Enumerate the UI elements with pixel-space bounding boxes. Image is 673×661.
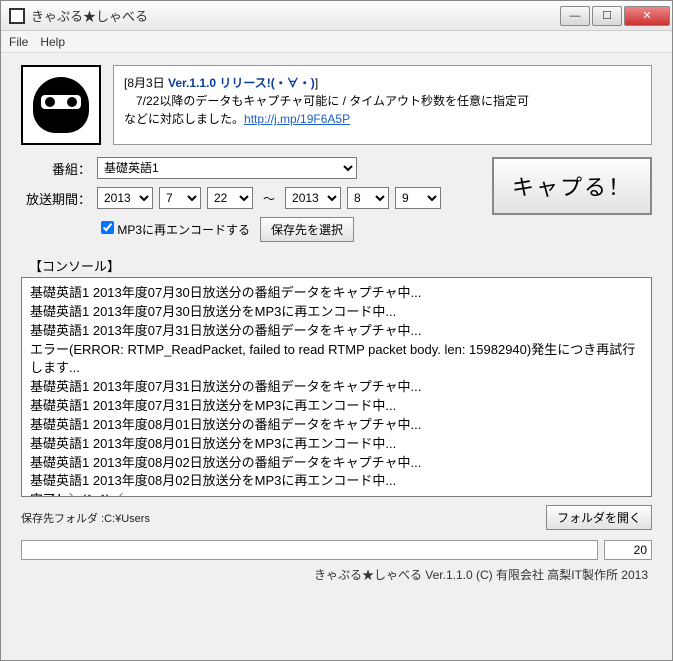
encode-row: MP3に再エンコードする 保存先を選択	[101, 217, 482, 242]
footer-text: きゃぷる★しゃべる Ver.1.1.0 (C) 有限会社 高梨IT製作所 201…	[21, 566, 652, 583]
program-label: 番組：	[21, 159, 91, 178]
avatar-icon	[21, 65, 101, 145]
notice-bracket: ]	[315, 76, 318, 90]
mp3-checkbox-text: MP3に再エンコードする	[117, 223, 250, 237]
period-row: 放送期間： 2013 7 22 ～ 2013 8 9	[21, 187, 482, 209]
capture-button[interactable]: キャプる！	[492, 157, 652, 215]
notice-line1: 7/22以降のデータもキャプチャ可能に / タイムアウト秒数を任意に指定可	[124, 92, 641, 110]
window-buttons: — ☐ ✕	[560, 6, 670, 26]
menu-file[interactable]: File	[9, 35, 28, 49]
save-path-text: 保存先フォルダ :C:¥Users	[21, 510, 538, 526]
open-folder-button[interactable]: フォルダを開く	[546, 505, 652, 530]
console-label: 【コンソール】	[29, 256, 652, 275]
form-block: 番組： 基礎英語1 放送期間： 2013 7 22 ～ 2013 8 9	[21, 157, 652, 252]
menubar: File Help	[1, 31, 672, 53]
to-year-select[interactable]: 2013	[285, 187, 341, 209]
program-row: 番組： 基礎英語1	[21, 157, 482, 179]
titlebar[interactable]: きゃぷる★しゃべる — ☐ ✕	[1, 1, 672, 31]
notice-date: [8月3日	[124, 76, 168, 90]
save-path-row: 保存先フォルダ :C:¥Users フォルダを開く	[21, 505, 652, 530]
period-tilde: ～	[259, 190, 279, 207]
mp3-checkbox-label[interactable]: MP3に再エンコードする	[101, 221, 250, 238]
to-month-select[interactable]: 8	[347, 187, 389, 209]
app-icon	[9, 8, 25, 24]
progress-bar	[21, 540, 598, 560]
mp3-checkbox[interactable]	[101, 221, 114, 234]
menu-help[interactable]: Help	[40, 35, 65, 49]
program-select[interactable]: 基礎英語1	[97, 157, 357, 179]
maximize-button[interactable]: ☐	[592, 6, 622, 26]
from-month-select[interactable]: 7	[159, 187, 201, 209]
progress-percent: 20	[604, 540, 652, 560]
app-window: きゃぷる★しゃべる — ☐ ✕ File Help [8月3日 Ver.1.1.…	[0, 0, 673, 661]
notice-version: Ver.1.1.0 リリース!(・∀・)	[168, 76, 315, 90]
progress-row: 20	[21, 540, 652, 560]
to-day-select[interactable]: 9	[395, 187, 441, 209]
notice-box: [8月3日 Ver.1.1.0 リリース!(・∀・)] 7/22以降のデータもキ…	[113, 65, 652, 145]
notice-link[interactable]: http://j.mp/19F6A5P	[244, 112, 350, 126]
period-label: 放送期間：	[21, 189, 91, 208]
window-title: きゃぷる★しゃべる	[31, 6, 560, 25]
notice-line2: などに対応しました。	[124, 112, 244, 126]
save-dest-button[interactable]: 保存先を選択	[260, 217, 354, 242]
minimize-button[interactable]: —	[560, 6, 590, 26]
from-year-select[interactable]: 2013	[97, 187, 153, 209]
close-button[interactable]: ✕	[624, 6, 670, 26]
console-output: 基礎英語1 2013年度07月30日放送分の番組データをキャプチャ中... 基礎…	[21, 277, 652, 497]
content-area: [8月3日 Ver.1.1.0 リリース!(・∀・)] 7/22以降のデータもキ…	[1, 53, 672, 591]
from-day-select[interactable]: 22	[207, 187, 253, 209]
notice-row: [8月3日 Ver.1.1.0 リリース!(・∀・)] 7/22以降のデータもキ…	[21, 65, 652, 145]
